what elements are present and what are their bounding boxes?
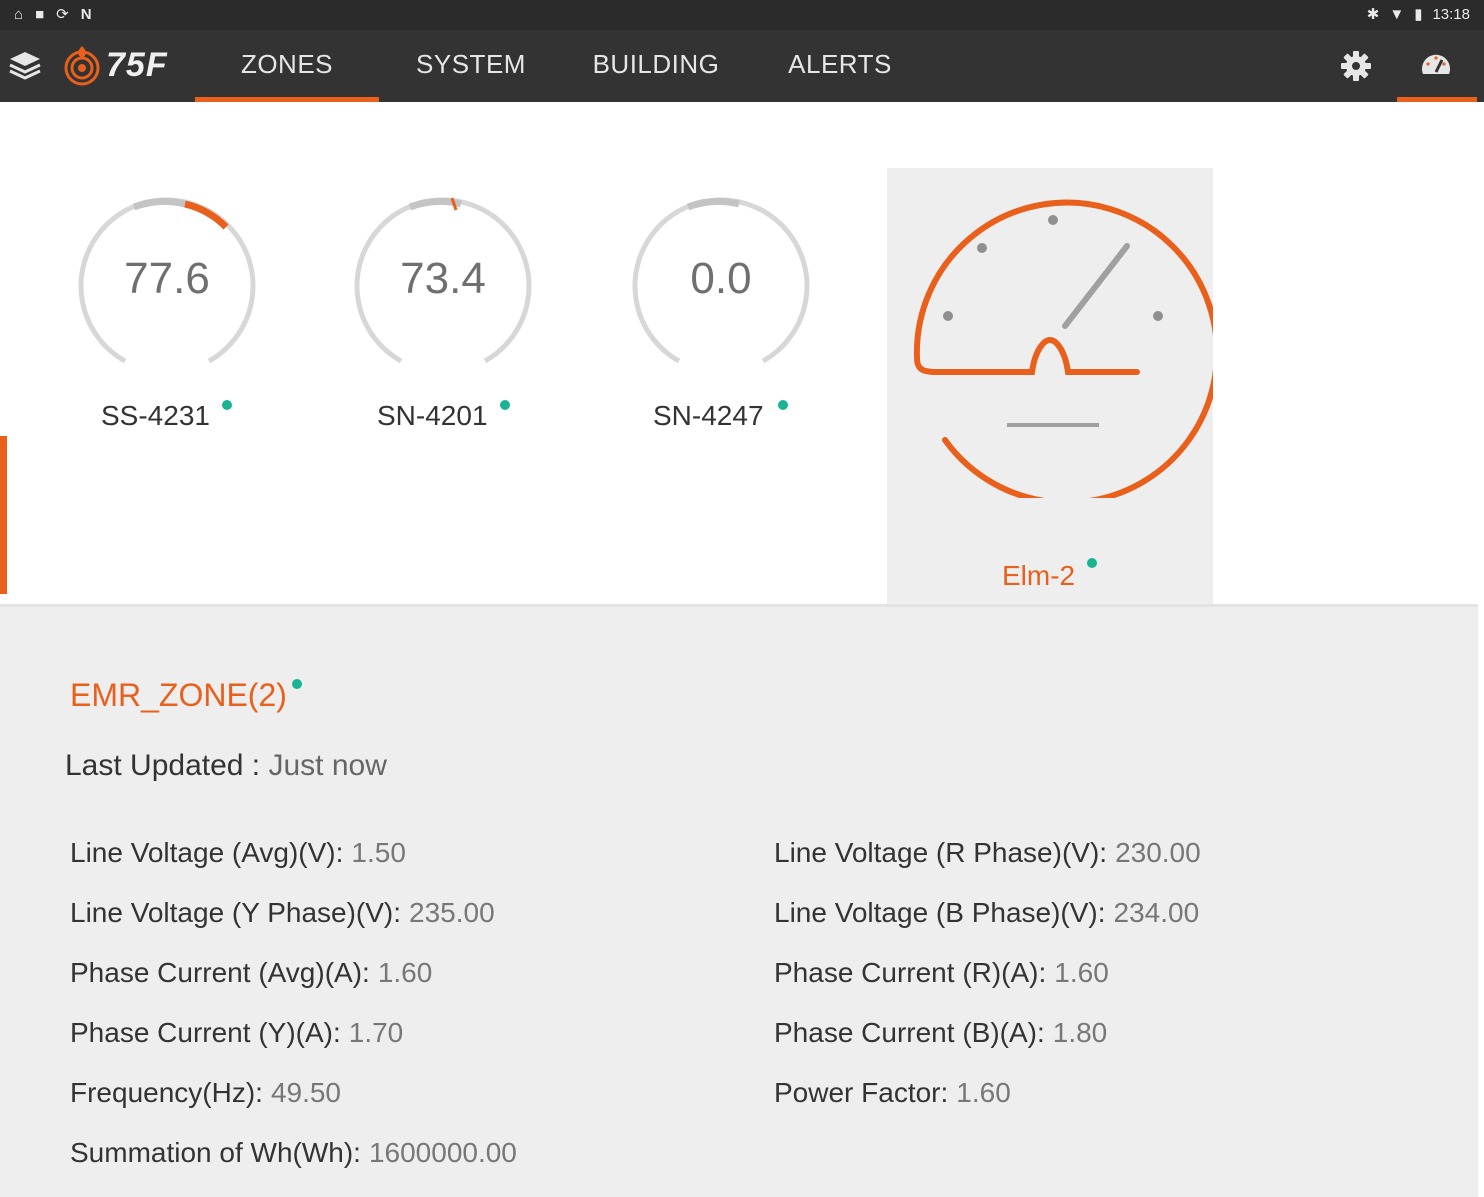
reading-line-voltage-b: Line Voltage (B Phase)(V): 234.00 [774, 897, 1199, 929]
scroll-indicator [0, 436, 7, 594]
zone-temperature: 77.6 [124, 254, 210, 303]
reading-value: 235.00 [409, 897, 495, 928]
reading-label: Line Voltage (Avg)(V): [70, 837, 344, 868]
reading-label: Line Voltage (R Phase)(V): [774, 837, 1108, 868]
reading-line-voltage-r: Line Voltage (R Phase)(V): 230.00 [774, 837, 1201, 869]
reading-label: Summation of Wh(Wh): [70, 1137, 361, 1168]
reading-phase-current-avg: Phase Current (Avg)(A): 1.60 [70, 957, 432, 989]
reading-label: Phase Current (Y)(A): [70, 1017, 341, 1048]
reading-value: 1.60 [956, 1077, 1011, 1108]
tab-alerts[interactable]: ALERTS [780, 30, 900, 102]
reading-summation-wh: Summation of Wh(Wh): 1600000.00 [70, 1137, 517, 1169]
bluetooth-icon: ✱ [1366, 6, 1380, 23]
online-status-dot [500, 400, 510, 410]
reading-value: 1.50 [351, 837, 406, 868]
status-icons-right: ✱ ▼ ▮ 13:18 [1366, 5, 1470, 24]
reading-value: 49.50 [270, 1077, 342, 1108]
layers-icon[interactable] [8, 48, 42, 82]
online-status-dot [1087, 558, 1097, 568]
reading-frequency: Frequency(Hz): 49.50 [70, 1077, 341, 1109]
n-status-icon: N [80, 5, 92, 23]
reading-phase-current-r: Phase Current (R)(A): 1.60 [774, 957, 1109, 989]
brand-logo: 75F [62, 44, 168, 86]
gear-icon[interactable] [1338, 48, 1374, 84]
tab-zones[interactable]: ZONES [195, 30, 379, 102]
zone-detail-panel: EMR_ZONE(2) Last Updated : Just now Line… [0, 604, 1478, 1197]
zone-title: EMR_ZONE(2) [70, 677, 287, 713]
reading-value: 1.70 [348, 1017, 404, 1048]
status-icons-left: ⌂ ■ ⟳ N [14, 5, 92, 24]
last-updated-value: Just now [268, 749, 387, 782]
clock: 13:18 [1432, 5, 1470, 23]
sync-status-icon: ⟳ [56, 6, 69, 23]
online-status-dot [222, 400, 232, 410]
zone-tile-sn-4201[interactable]: 73.4 SN-4201 [348, 194, 538, 444]
zone-tile-sn-4247[interactable]: 0.0 SN-4247 [626, 194, 816, 444]
reading-value: 234.00 [1113, 897, 1200, 928]
reading-label: Phase Current (B)(A): [774, 1017, 1045, 1048]
top-nav-bar: 75F ZONES SYSTEM BUILDING ALERTS [0, 30, 1484, 102]
reading-line-voltage-avg: Line Voltage (Avg)(V): 1.50 [70, 837, 406, 869]
wifi-icon: ▼ [1389, 5, 1405, 23]
reading-value: 1.60 [377, 957, 433, 988]
flame-logo-icon [64, 46, 100, 86]
dashboard-gauge-icon [1422, 54, 1450, 74]
reading-label: Power Factor: [774, 1077, 949, 1108]
reading-phase-current-y: Phase Current (Y)(A): 1.70 [70, 1017, 403, 1049]
energy-meter-icon [913, 199, 1220, 506]
reading-value: 230.00 [1115, 837, 1201, 868]
reading-label: Line Voltage (B Phase)(V): [774, 897, 1106, 928]
tab-dashboard[interactable] [1397, 30, 1477, 102]
online-status-dot [778, 400, 788, 410]
reading-value: 1600000.00 [368, 1137, 517, 1168]
reading-label: Phase Current (Avg)(A): [70, 957, 370, 988]
reading-label: Line Voltage (Y Phase)(V): [70, 897, 402, 928]
zone-name: Elm-2 [1002, 560, 1076, 591]
reading-label: Phase Current (R)(A): [774, 957, 1047, 988]
battery-icon: ▮ [1414, 6, 1423, 23]
reading-value: 1.60 [1054, 957, 1109, 988]
reading-label: Frequency(Hz): [70, 1077, 263, 1108]
home-status-icon: ⌂ [14, 5, 24, 23]
online-status-dot [292, 679, 302, 689]
zone-name: SN-4201 [377, 400, 488, 431]
reading-value: 1.80 [1052, 1017, 1108, 1048]
square-status-icon: ■ [35, 5, 45, 23]
zone-tile-ss-4231[interactable]: 77.6 SS-4231 [72, 194, 262, 444]
brand-name: 75F [106, 45, 168, 84]
zone-temperature: 0.0 [690, 254, 752, 303]
last-updated-label: Last Updated : [65, 749, 269, 782]
zone-tile-elm-2[interactable]: Elm-2 [887, 168, 1220, 608]
tab-system[interactable]: SYSTEM [396, 30, 546, 102]
tab-building[interactable]: BUILDING [582, 30, 730, 102]
last-updated: Last Updated : Just now [65, 749, 387, 783]
zone-temperature: 73.4 [400, 254, 486, 303]
reading-phase-current-b: Phase Current (B)(A): 1.80 [774, 1017, 1107, 1049]
zone-name: SN-4247 [653, 400, 764, 431]
reading-power-factor: Power Factor: 1.60 [774, 1077, 1011, 1109]
zone-name: SS-4231 [101, 400, 210, 431]
reading-line-voltage-y: Line Voltage (Y Phase)(V): 235.00 [70, 897, 495, 929]
status-bar: ⌂ ■ ⟳ N ✱ ▼ ▮ 13:18 [0, 0, 1484, 30]
